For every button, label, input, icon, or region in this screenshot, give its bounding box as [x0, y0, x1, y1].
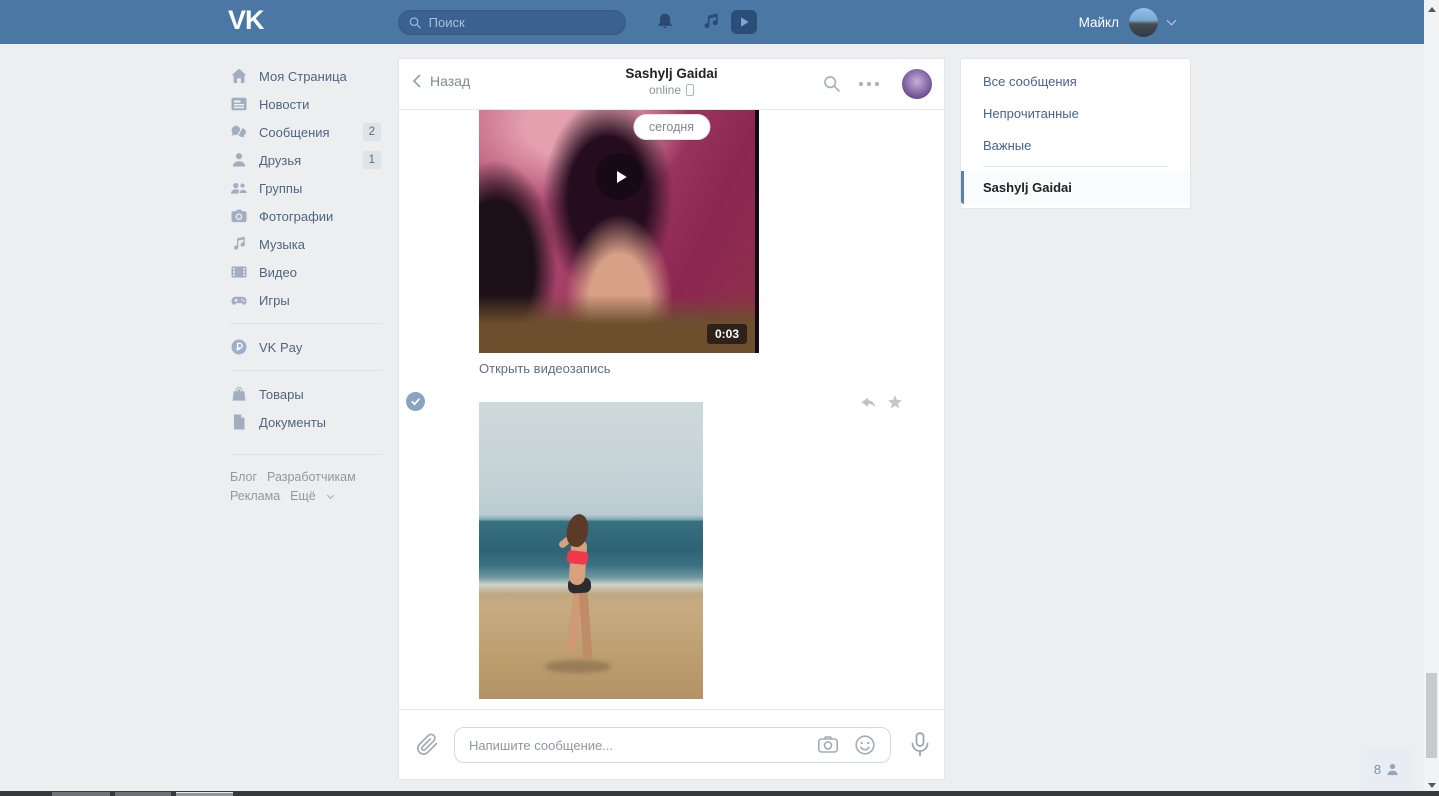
- taskbar-button[interactable]: [52, 791, 110, 796]
- scrollbar-thumb[interactable]: [1426, 673, 1437, 758]
- message-composer: [399, 709, 944, 779]
- news-icon: [231, 97, 247, 111]
- taskbar-button[interactable]: [176, 791, 233, 796]
- sidebar-item-video[interactable]: Видео: [230, 258, 386, 286]
- os-taskbar: [0, 791, 1439, 796]
- market-bag-icon: [232, 386, 246, 401]
- camera-icon[interactable]: [816, 733, 840, 757]
- scroll-down-arrow-icon[interactable]: [1427, 783, 1436, 788]
- sidebar-item-music[interactable]: Музыка: [230, 230, 386, 258]
- filter-unread[interactable]: Непрочитанные: [961, 98, 1190, 130]
- chat-search-icon[interactable]: [822, 74, 842, 94]
- message-actions: [859, 394, 903, 410]
- date-badge: сегодня: [632, 114, 711, 140]
- footer-link-developers[interactable]: Разработчикам: [267, 470, 356, 484]
- sidebar-divider: [231, 454, 382, 455]
- chat-more-options-icon[interactable]: [859, 82, 879, 86]
- topbar: VK Майкл: [0, 0, 1424, 44]
- left-sidebar: Моя Страница Новости Сообщения 2 Друзья …: [230, 62, 386, 464]
- friends-icon: [232, 153, 246, 167]
- message-selected-checkbox[interactable]: [406, 392, 425, 411]
- music-note-icon[interactable]: [701, 12, 721, 32]
- vkpay-icon: [231, 339, 247, 355]
- footer-link-more[interactable]: Ещё: [290, 489, 316, 503]
- games-icon: [231, 296, 247, 305]
- sidebar-item-vkpay[interactable]: VK Pay: [230, 333, 386, 361]
- dialog-avatar[interactable]: [902, 69, 932, 99]
- topbar-search[interactable]: [398, 10, 626, 35]
- chevron-down-icon: [1166, 15, 1177, 25]
- notifications-bell-icon[interactable]: [655, 12, 675, 32]
- messages-list: сегодня 0:03 Открыть видеозапись: [399, 110, 944, 711]
- sidebar-item-games[interactable]: Игры: [230, 286, 386, 314]
- docs-icon: [234, 414, 245, 430]
- music-icon: [234, 236, 245, 250]
- search-input[interactable]: [428, 15, 615, 30]
- scroll-up-arrow-icon[interactable]: [1427, 7, 1436, 12]
- footer-link-blog[interactable]: Блог: [230, 470, 257, 484]
- beach-figure: [545, 512, 611, 684]
- sidebar-item-messages[interactable]: Сообщения 2: [230, 118, 386, 146]
- user-avatar: [1129, 7, 1158, 37]
- active-dialog-item[interactable]: Sashylj Gaidai: [961, 171, 1190, 204]
- messages-count-badge: 2: [362, 122, 381, 141]
- user-name: Майкл: [1078, 14, 1119, 30]
- play-button-icon[interactable]: [596, 153, 643, 200]
- star-icon[interactable]: [887, 394, 903, 410]
- search-icon: [409, 16, 421, 29]
- chevron-down-icon: [326, 491, 334, 500]
- friends-online-widget[interactable]: 8: [1361, 749, 1413, 790]
- topbar-user-menu[interactable]: Майкл: [1078, 0, 1177, 44]
- sidebar-footer: Блог Разработчикам Реклама Ещё: [230, 468, 400, 506]
- page-scrollbar[interactable]: [1424, 0, 1439, 796]
- footer-link-ads[interactable]: Реклама: [230, 489, 280, 503]
- attach-paperclip-icon[interactable]: [416, 733, 439, 756]
- panel-divider: [983, 166, 1168, 167]
- video-attachment[interactable]: 0:03: [479, 110, 759, 353]
- dialog-title[interactable]: Sashylj Gaidai: [399, 66, 944, 81]
- sidebar-item-market[interactable]: Товары: [230, 380, 386, 408]
- filter-all-messages[interactable]: Все сообщения: [961, 66, 1190, 98]
- vk-logo[interactable]: VK: [228, 5, 265, 36]
- photos-icon: [231, 209, 247, 223]
- groups-icon: [230, 182, 248, 195]
- sidebar-divider: [231, 323, 382, 324]
- sidebar-item-groups[interactable]: Группы: [230, 174, 386, 202]
- sidebar-item-my-page[interactable]: Моя Страница: [230, 62, 386, 90]
- emoji-smiley-icon[interactable]: [853, 733, 877, 757]
- video-icon: [231, 266, 247, 278]
- filter-important[interactable]: Важные: [961, 130, 1190, 162]
- sidebar-item-news[interactable]: Новости: [230, 90, 386, 118]
- messages-icon: [231, 125, 247, 140]
- person-icon: [1387, 763, 1398, 776]
- sidebar-divider: [231, 370, 382, 371]
- dialogs-filter-panel: Все сообщения Непрочитанные Важные Sashy…: [960, 58, 1191, 209]
- microphone-icon[interactable]: [909, 731, 931, 759]
- mobile-phone-icon: [686, 84, 695, 96]
- sidebar-item-photos[interactable]: Фотографии: [230, 202, 386, 230]
- home-icon: [231, 68, 247, 83]
- reply-icon[interactable]: [859, 394, 877, 410]
- taskbar-button[interactable]: [115, 791, 171, 796]
- chat-panel: Назад Sashylj Gaidai online сегодня 0:03…: [398, 58, 945, 780]
- video-stream-button[interactable]: [731, 10, 757, 34]
- friends-count-badge: 1: [362, 150, 381, 169]
- chat-header: Назад Sashylj Gaidai online: [399, 59, 944, 110]
- photo-attachment[interactable]: [479, 402, 703, 699]
- play-icon: [741, 17, 749, 27]
- sidebar-item-friends[interactable]: Друзья 1: [230, 146, 386, 174]
- video-duration-badge: 0:03: [706, 324, 747, 344]
- friends-online-count: 8: [1373, 762, 1382, 777]
- sidebar-item-docs[interactable]: Документы: [230, 408, 386, 436]
- open-video-link[interactable]: Открыть видеозапись: [479, 361, 611, 376]
